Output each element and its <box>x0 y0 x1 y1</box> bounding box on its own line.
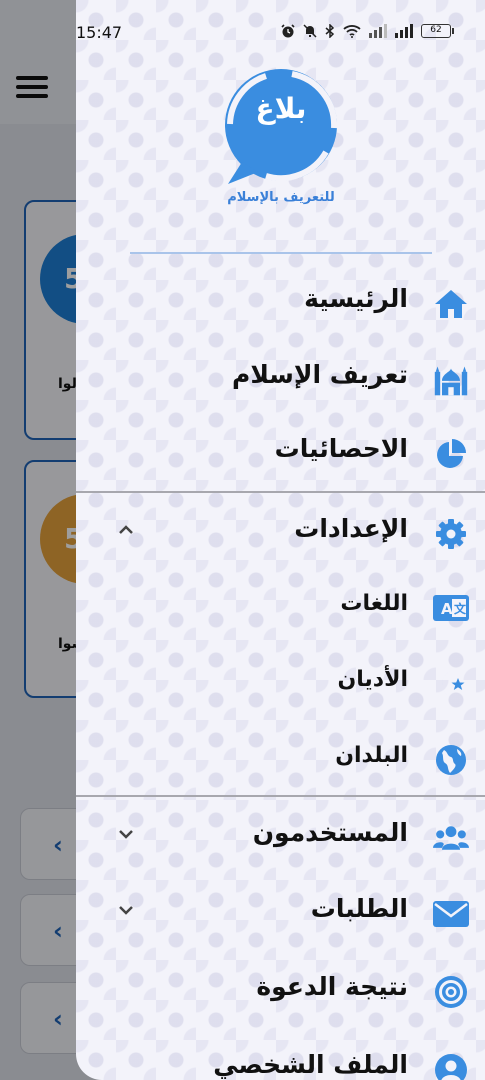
menu-item-label: تعريف الإسلام <box>232 360 408 389</box>
svg-text:文: 文 <box>454 601 467 616</box>
menu-item-label: الاحصائيات <box>274 434 408 463</box>
bell-muted-icon <box>303 24 317 38</box>
chevron-up-icon[interactable] <box>116 520 136 540</box>
menu-item-countries[interactable]: البلدان <box>76 732 485 788</box>
menu-item-outcome[interactable]: نتيجة الدعوة <box>76 964 485 1020</box>
battery-icon: 62 <box>421 24 454 38</box>
menu-item-requests[interactable]: الطلبات <box>76 886 485 942</box>
header-divider <box>130 252 432 254</box>
language-icon: A 文 <box>433 590 469 626</box>
menu-item-home[interactable]: الرئيسية <box>76 276 485 332</box>
mosque-icon <box>433 362 469 398</box>
target-icon <box>433 974 469 1010</box>
menu-item-islam[interactable]: تعريف الإسلام <box>76 352 485 408</box>
menu-item-settings[interactable]: الإعدادات <box>76 506 485 562</box>
globe-icon <box>433 742 469 778</box>
navigation-drawer: بلاغ للتعريف بالإسلام الرئيسية تعريف الإ… <box>76 0 485 1080</box>
signal-icon <box>369 24 387 38</box>
menu-item-label: الرئيسية <box>304 284 408 313</box>
status-bar: 15:47 62 <box>76 18 485 48</box>
crescent-star-icon <box>433 666 469 702</box>
envelope-icon <box>433 896 469 932</box>
home-icon <box>433 286 469 322</box>
speech-bubble-logo-icon <box>225 69 338 184</box>
section-divider <box>76 795 485 797</box>
menu-item-label: اللغات <box>340 591 408 616</box>
svg-text:A: A <box>441 600 453 618</box>
chevron-down-icon[interactable] <box>116 824 136 844</box>
wifi-icon <box>343 25 361 38</box>
pie-chart-icon <box>433 436 469 472</box>
gear-icon <box>433 516 469 552</box>
status-time: 15:47 <box>76 23 123 42</box>
menu-item-label: الإعدادات <box>294 514 408 543</box>
users-icon <box>433 820 469 856</box>
menu-item-profile[interactable]: الملف الشخصي <box>76 1042 485 1080</box>
menu-item-statistics[interactable]: الاحصائيات <box>76 426 485 482</box>
logo-wordmark: بلاغ <box>255 92 307 125</box>
alarm-icon <box>281 24 295 38</box>
menu-item-label: البلدان <box>335 743 408 768</box>
status-icons: 62 <box>281 24 454 38</box>
menu-item-users[interactable]: المستخدمون <box>76 810 485 866</box>
menu-item-label: نتيجة الدعوة <box>256 972 408 1001</box>
logo-tagline: للتعريف بالإسلام <box>227 190 335 205</box>
menu-item-religions[interactable]: الأديان <box>76 656 485 712</box>
section-divider <box>76 491 485 493</box>
menu-item-label: المستخدمون <box>252 818 408 847</box>
menu-item-label: الملف الشخصي <box>213 1050 408 1079</box>
app-logo: بلاغ للتعريف بالإسلام <box>216 68 346 213</box>
menu-item-label: الأديان <box>337 667 408 692</box>
user-circle-icon <box>433 1052 469 1080</box>
chevron-down-icon[interactable] <box>116 900 136 920</box>
menu-item-label: الطلبات <box>310 894 408 923</box>
bluetooth-icon <box>325 24 335 38</box>
menu-item-languages[interactable]: اللغات A 文 <box>76 580 485 636</box>
signal-icon <box>395 24 413 38</box>
